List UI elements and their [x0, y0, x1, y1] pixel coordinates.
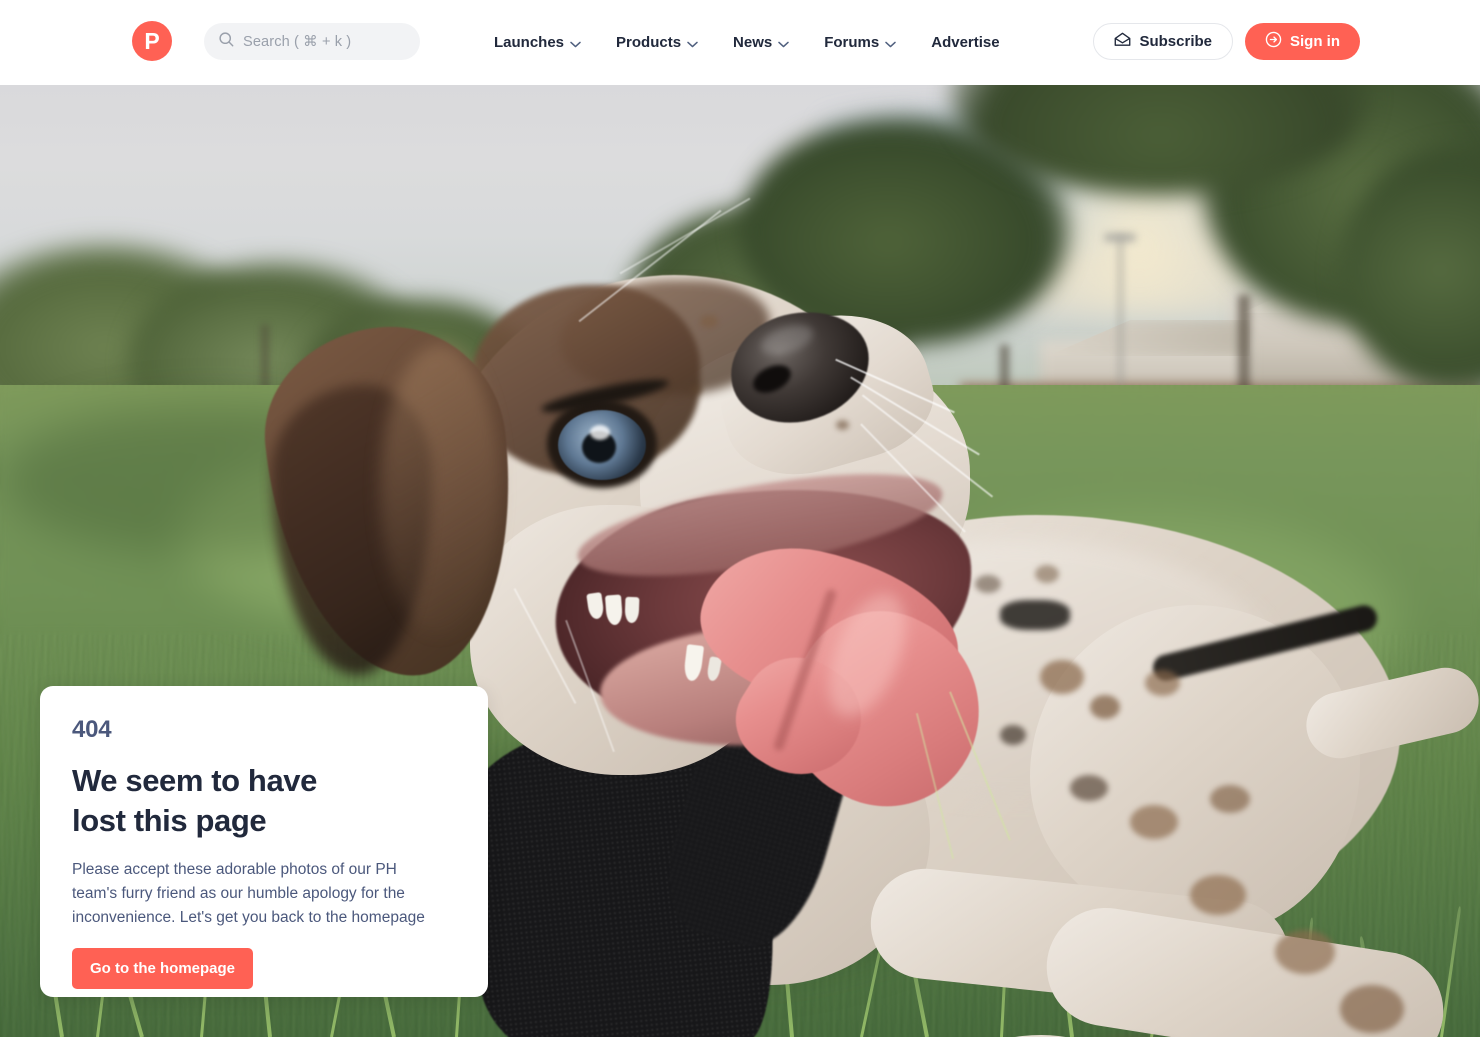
body-spot — [1210, 785, 1250, 813]
error-code: 404 — [72, 716, 112, 743]
sign-in-button[interactable]: Sign in — [1245, 23, 1360, 60]
body-spot — [1130, 805, 1178, 839]
page-title: We seem to have lost this page — [72, 763, 317, 839]
product-hunt-logo[interactable]: P — [132, 21, 172, 61]
nav-label: News — [733, 34, 773, 51]
site-header: P Search ( ⌘ + k ) Launches Products New… — [0, 0, 1480, 85]
sign-in-label: Sign in — [1290, 33, 1340, 50]
search-icon — [218, 31, 235, 53]
main-navigation: Launches Products News Forums Advertise — [494, 0, 1000, 85]
body-spot — [1340, 985, 1404, 1033]
nav-label: Products — [616, 34, 682, 51]
go-to-homepage-button[interactable]: Go to the homepage — [72, 948, 254, 990]
body-spot — [1275, 930, 1335, 974]
error-card: 404 We seem to have lost this page Pleas… — [40, 686, 488, 997]
head-speckle — [836, 420, 849, 430]
body-spot — [1145, 670, 1180, 696]
chevron-down-icon — [687, 35, 698, 52]
envelope-open-icon — [1114, 32, 1131, 51]
chevron-down-icon — [885, 35, 896, 52]
nav-item-launches[interactable]: Launches — [494, 33, 581, 52]
head-speckle — [690, 385, 702, 394]
chevron-down-icon — [778, 35, 789, 52]
nav-label: Launches — [494, 34, 565, 51]
login-arrow-circle-icon — [1265, 31, 1282, 52]
head-speckle — [700, 315, 718, 328]
error-description: Please accept these adorable photos of o… — [72, 860, 425, 926]
body-spot — [1035, 565, 1059, 583]
nav-label: Forums — [824, 34, 880, 51]
body-spot — [1070, 775, 1108, 801]
logo-letter: P — [144, 27, 160, 54]
body-spot — [1190, 875, 1246, 915]
body-spot — [1000, 725, 1026, 745]
body-spot — [975, 575, 1001, 593]
header-actions: Subscribe Sign in — [1093, 23, 1360, 60]
body-spot — [1040, 660, 1084, 694]
chevron-down-icon — [570, 35, 581, 52]
search-placeholder: Search ( ⌘ + k ) — [243, 34, 352, 50]
nav-item-forums[interactable]: Forums — [824, 33, 896, 52]
search-input[interactable]: Search ( ⌘ + k ) — [204, 23, 420, 60]
whisker — [619, 197, 751, 275]
dog-ear-edge-highlight — [380, 345, 500, 635]
body-spot-dark — [1000, 600, 1070, 630]
nav-item-news[interactable]: News — [733, 33, 789, 52]
nav-item-products[interactable]: Products — [616, 33, 698, 52]
subscribe-button[interactable]: Subscribe — [1093, 23, 1233, 60]
nav-item-advertise[interactable]: Advertise — [931, 34, 999, 51]
nav-label: Advertise — [931, 34, 1000, 51]
dog-eye-catchlight — [590, 425, 610, 440]
subscribe-label: Subscribe — [1139, 33, 1212, 50]
body-spot — [1090, 695, 1120, 719]
